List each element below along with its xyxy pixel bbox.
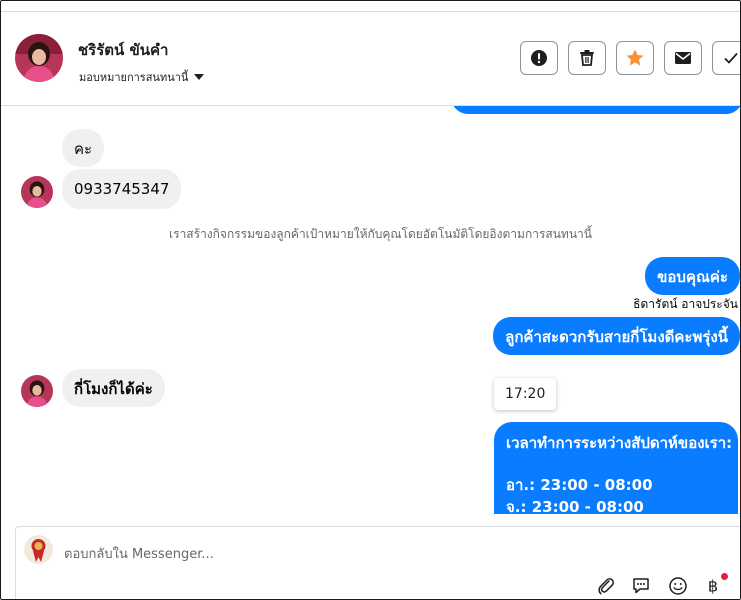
payment-button[interactable]: ฿: [702, 573, 728, 597]
contact-name: ชริรัตน์ ขันคำ: [78, 41, 169, 59]
emoji-icon: [669, 577, 687, 595]
chat-bubble-icon: [633, 578, 649, 594]
reply-composer: ตอบกลับใน Messenger... ฿: [15, 526, 740, 599]
business-hours-line: อา.: 23:00 - 08:00: [506, 476, 653, 494]
alert-icon: [531, 50, 547, 66]
svg-text:฿: ฿: [708, 577, 718, 596]
mark-spam-button[interactable]: [520, 41, 558, 75]
page-avatar: [24, 535, 53, 564]
attach-button[interactable]: [595, 575, 617, 597]
time-option-card[interactable]: 17:20: [494, 378, 557, 410]
saved-replies-button[interactable]: [630, 575, 652, 597]
assign-conversation-dropdown[interactable]: มอบหมายการสนทนานี้: [79, 68, 205, 86]
incoming-message: กี่โมงก็ได้ค่ะ: [62, 369, 165, 407]
outgoing-message-partial: [451, 106, 740, 114]
paperclip-icon: [598, 578, 614, 595]
outgoing-message: ขอบคุณค่ะ: [645, 257, 740, 295]
business-hours-title: เวลาทำการระหว่างสัปดาห์ของเรา:: [506, 434, 733, 452]
mail-icon: [675, 52, 691, 64]
star-icon: [626, 49, 644, 66]
reply-input[interactable]: ตอบกลับใน Messenger...: [64, 543, 214, 564]
delete-button[interactable]: [568, 41, 606, 75]
notification-dot: [721, 573, 728, 580]
assign-conversation-label: มอบหมายการสนทนานี้: [79, 71, 189, 84]
check-icon: [724, 52, 738, 64]
conversation-header: ชริรัตน์ ขันคำ มอบหมายการสนทนานี้: [1, 12, 740, 106]
message-thread[interactable]: คะ 0933745347 เราสร้างกิจกรรมของลูกค้าเป…: [1, 106, 740, 514]
sender-name: ธิดารัตน์ อาจประจัน: [633, 297, 738, 311]
trash-icon: [580, 50, 594, 66]
mark-done-button[interactable]: [712, 41, 740, 75]
contact-avatar[interactable]: [15, 34, 63, 82]
contact-avatar-small: [21, 375, 53, 407]
contact-avatar-small: [21, 176, 53, 208]
emoji-button[interactable]: [667, 575, 689, 597]
business-hours-line: จ.: 23:00 - 08:00: [506, 498, 644, 514]
incoming-message: คะ: [62, 129, 105, 167]
business-hours-message: เวลาทำการระหว่างสัปดาห์ของเรา: อา.: 23:0…: [494, 422, 738, 514]
mark-unread-button[interactable]: [664, 41, 702, 75]
star-button[interactable]: [616, 41, 654, 75]
baht-payment-icon: ฿: [708, 577, 718, 596]
messenger-conversation-panel: ชริรัตน์ ขันคำ มอบหมายการสนทนานี้ คะ 093…: [0, 0, 741, 600]
incoming-message: 0933745347: [62, 169, 182, 209]
system-note: เราสร้างกิจกรรมของลูกค้าเป้าหมายให้กับคุ…: [169, 227, 592, 241]
caret-down-icon: [194, 74, 205, 80]
outgoing-message: ลูกค้าสะดวกรับสายกี่โมงดีคะพรุ่งนี้: [493, 317, 740, 355]
